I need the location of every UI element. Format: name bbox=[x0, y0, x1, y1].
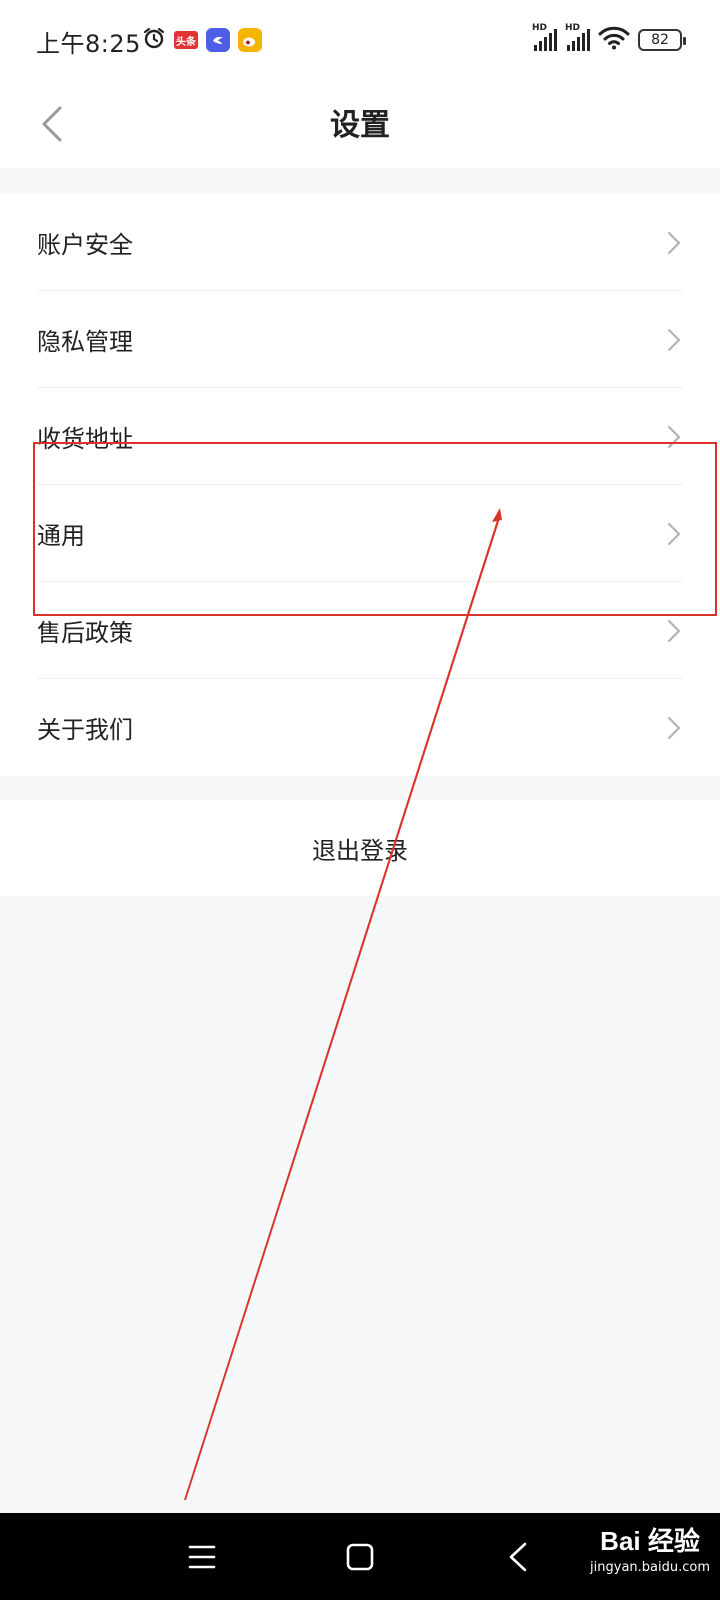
chevron-right-icon bbox=[667, 425, 681, 449]
weibo-icon bbox=[238, 28, 262, 52]
settings-menu: 账户安全 隐私管理 收货地址 通用 售后政策 关于我们 bbox=[0, 194, 720, 776]
menu-item-label: 账户安全 bbox=[37, 231, 133, 259]
battery-icon: 82 bbox=[638, 29, 686, 51]
system-back-button[interactable] bbox=[498, 1539, 538, 1575]
menu-item-label: 关于我们 bbox=[37, 716, 133, 744]
menu-item-shipping-address[interactable]: 收货地址 bbox=[0, 388, 720, 485]
system-nav-bar: Bai 经验 jingyan.baidu.com bbox=[0, 1513, 720, 1600]
menu-item-label: 通用 bbox=[37, 522, 85, 550]
home-square-icon bbox=[346, 1543, 374, 1571]
chevron-right-icon bbox=[667, 716, 681, 740]
menu-icon bbox=[188, 1545, 216, 1569]
status-time: 上午8:25 bbox=[36, 30, 141, 58]
signal-icon: HD bbox=[565, 23, 590, 51]
watermark-main: Bai 经验 bbox=[600, 1526, 700, 1556]
bird-app-icon bbox=[206, 28, 230, 52]
menu-button[interactable] bbox=[182, 1539, 222, 1575]
baidu-jingyan-watermark: Bai 经验 jingyan.baidu.com bbox=[590, 1521, 710, 1575]
menu-item-label: 收货地址 bbox=[37, 425, 133, 453]
chevron-right-icon bbox=[667, 522, 681, 546]
page-title: 设置 bbox=[330, 108, 390, 143]
menu-item-privacy[interactable]: 隐私管理 bbox=[0, 291, 720, 388]
status-system-icons: HD HD 82 bbox=[532, 23, 686, 54]
watermark-url: jingyan.baidu.com bbox=[590, 1560, 710, 1575]
status-bar: 上午8:25 头条 HD HD 82 bbox=[0, 0, 720, 80]
alarm-icon bbox=[142, 26, 166, 54]
toutiao-icon: 头条 bbox=[174, 31, 198, 49]
chevron-right-icon bbox=[667, 231, 681, 255]
back-icon bbox=[509, 1542, 527, 1572]
home-button[interactable] bbox=[340, 1539, 380, 1575]
menu-item-about-us[interactable]: 关于我们 bbox=[0, 679, 720, 776]
menu-item-label: 售后政策 bbox=[37, 619, 133, 647]
menu-item-general[interactable]: 通用 bbox=[0, 485, 720, 582]
wifi-icon bbox=[598, 26, 630, 54]
signal-icon: HD bbox=[532, 23, 557, 51]
nav-bar: 设置 bbox=[0, 80, 720, 168]
status-notification-icons: 头条 bbox=[142, 26, 262, 54]
battery-level: 82 bbox=[651, 32, 669, 48]
logout-button[interactable]: 退出登录 bbox=[0, 800, 720, 896]
chevron-right-icon bbox=[667, 619, 681, 643]
chevron-right-icon bbox=[667, 328, 681, 352]
menu-item-after-sales[interactable]: 售后政策 bbox=[0, 582, 720, 679]
menu-item-label: 隐私管理 bbox=[37, 328, 133, 356]
menu-item-account-security[interactable]: 账户安全 bbox=[0, 194, 720, 291]
